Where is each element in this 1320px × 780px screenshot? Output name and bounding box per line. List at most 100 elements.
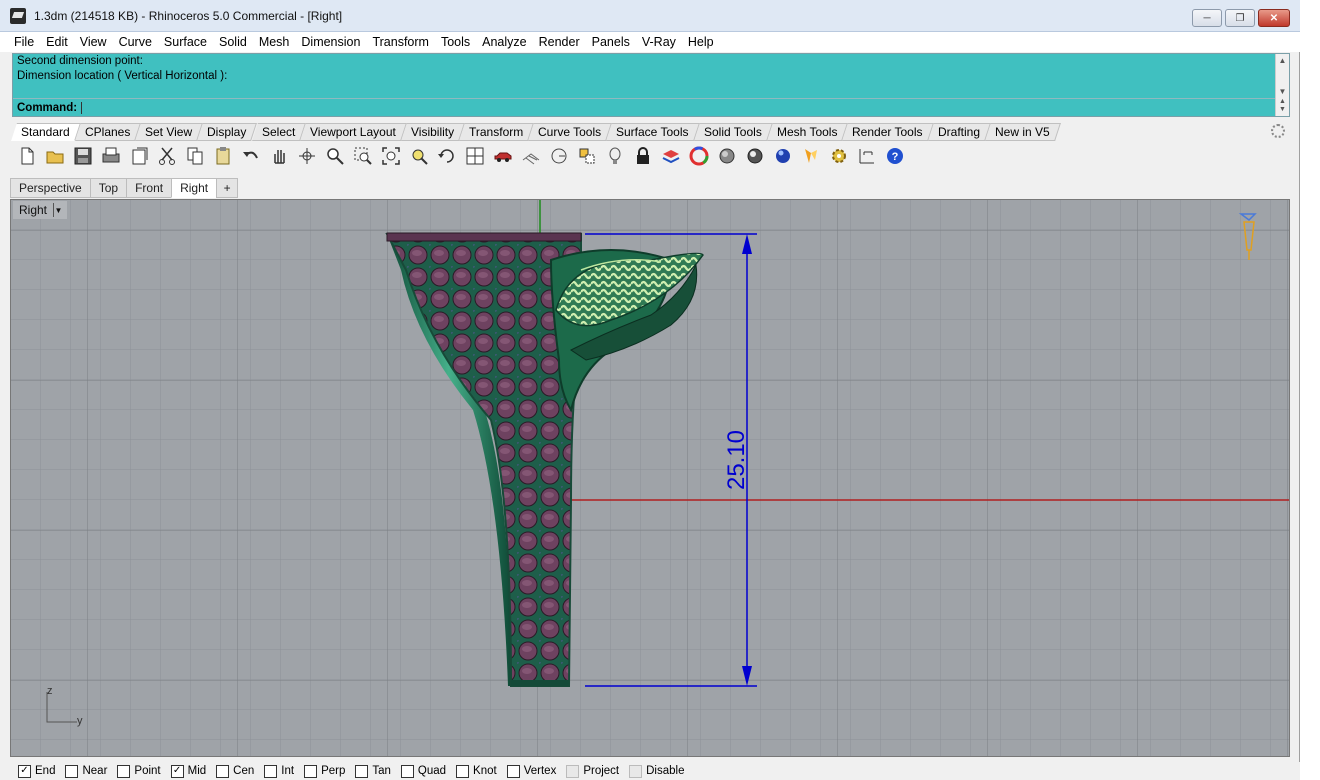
viewport-title[interactable]: Right ▼ bbox=[13, 201, 68, 219]
osnap-disable[interactable]: Disable bbox=[629, 764, 684, 778]
osnap-project[interactable]: Project bbox=[566, 764, 619, 778]
viewport-tab-perspective[interactable]: Perspective bbox=[10, 178, 90, 198]
tab-render-tools[interactable]: Render Tools bbox=[842, 123, 934, 141]
osnap-checkbox[interactable] bbox=[304, 764, 318, 778]
osnap-checkbox[interactable] bbox=[400, 764, 414, 778]
car-icon[interactable] bbox=[490, 144, 515, 169]
tab-transform[interactable]: Transform bbox=[458, 123, 535, 141]
osnap-checkbox[interactable]: ✓ bbox=[18, 764, 31, 778]
menu-solid[interactable]: Solid bbox=[213, 35, 253, 49]
help-icon[interactable]: ? bbox=[882, 144, 907, 169]
new-file-icon[interactable] bbox=[14, 144, 39, 169]
rotate-view-icon[interactable] bbox=[294, 144, 319, 169]
tab-set-view[interactable]: Set View bbox=[135, 123, 204, 141]
lock-icon[interactable] bbox=[630, 144, 655, 169]
osnap-tan[interactable]: Tan bbox=[355, 764, 391, 778]
minimize-button[interactable]: ─ bbox=[1192, 9, 1222, 27]
osnap-near[interactable]: Near bbox=[65, 764, 107, 778]
add-viewport-tab-button[interactable]: + bbox=[216, 178, 239, 198]
osnap-checkbox[interactable] bbox=[355, 764, 369, 778]
paste-icon[interactable] bbox=[210, 144, 235, 169]
tab-visibility[interactable]: Visibility bbox=[400, 123, 465, 141]
tab-select[interactable]: Select bbox=[251, 123, 306, 141]
menu-surface[interactable]: Surface bbox=[158, 35, 213, 49]
tab-solid-tools[interactable]: Solid Tools bbox=[693, 123, 773, 141]
osnap-checkbox[interactable] bbox=[456, 764, 470, 778]
options-gear-icon[interactable] bbox=[826, 144, 851, 169]
command-history-scrollbar[interactable]: ▲ ▼ bbox=[1275, 54, 1289, 98]
rendered-sphere-icon[interactable] bbox=[742, 144, 767, 169]
menu-file[interactable]: File bbox=[8, 35, 40, 49]
zoom-extents-icon[interactable] bbox=[378, 144, 403, 169]
menu-panels[interactable]: Panels bbox=[586, 35, 636, 49]
viewport-menu-dropdown-icon[interactable]: ▼ bbox=[53, 203, 63, 217]
light-icon[interactable] bbox=[602, 144, 627, 169]
shaded-sphere-icon[interactable] bbox=[714, 144, 739, 169]
command-spinner[interactable]: ▲ ▼ bbox=[1275, 98, 1289, 116]
toolbar-settings-icon[interactable] bbox=[1271, 124, 1285, 138]
cplane-icon[interactable] bbox=[546, 144, 571, 169]
cut-icon[interactable] bbox=[154, 144, 179, 169]
zoom-icon[interactable] bbox=[322, 144, 347, 169]
osnap-checkbox[interactable] bbox=[216, 764, 230, 778]
zoom-selected-icon[interactable] bbox=[406, 144, 431, 169]
tab-display[interactable]: Display bbox=[197, 123, 258, 141]
command-prompt[interactable]: Command: bbox=[13, 98, 1275, 116]
osnap-int[interactable]: Int bbox=[264, 764, 294, 778]
tab-new-in-v5[interactable]: New in V5 bbox=[984, 123, 1061, 141]
undo-icon[interactable] bbox=[238, 144, 263, 169]
tab-curve-tools[interactable]: Curve Tools bbox=[528, 123, 613, 141]
osnap-checkbox[interactable] bbox=[264, 764, 278, 778]
osnap-checkbox[interactable] bbox=[629, 764, 643, 778]
osnap-mid[interactable]: ✓ Mid bbox=[170, 764, 206, 778]
command-input[interactable] bbox=[81, 101, 83, 114]
osnap-quad[interactable]: Quad bbox=[400, 764, 446, 778]
menu-vray[interactable]: V-Ray bbox=[636, 35, 682, 49]
tab-standard[interactable]: Standard bbox=[11, 123, 81, 141]
tab-viewport-layout[interactable]: Viewport Layout bbox=[299, 123, 407, 141]
menu-analyze[interactable]: Analyze bbox=[476, 35, 532, 49]
viewport-canvas[interactable]: 25.10 z y bbox=[11, 200, 1290, 757]
osnap-end[interactable]: ✓ End bbox=[18, 764, 55, 778]
import-icon[interactable] bbox=[126, 144, 151, 169]
menu-dimension[interactable]: Dimension bbox=[295, 35, 366, 49]
rhino-app-icon[interactable] bbox=[10, 7, 26, 24]
menu-help[interactable]: Help bbox=[682, 35, 720, 49]
grid-options-icon[interactable] bbox=[518, 144, 543, 169]
viewport-tab-front[interactable]: Front bbox=[126, 178, 172, 198]
named-views-icon[interactable] bbox=[574, 144, 599, 169]
viewport-tab-top[interactable]: Top bbox=[89, 178, 127, 198]
pan-hand-icon[interactable] bbox=[266, 144, 291, 169]
menu-transform[interactable]: Transform bbox=[366, 35, 435, 49]
copy-icon[interactable] bbox=[182, 144, 207, 169]
render-sphere-blue-icon[interactable] bbox=[770, 144, 795, 169]
menu-view[interactable]: View bbox=[74, 35, 113, 49]
osnap-perp[interactable]: Perp bbox=[304, 764, 345, 778]
menu-render[interactable]: Render bbox=[533, 35, 586, 49]
viewport-tab-right[interactable]: Right bbox=[171, 178, 217, 198]
restore-button[interactable]: ❐ bbox=[1225, 9, 1255, 27]
osnap-checkbox[interactable] bbox=[65, 764, 79, 778]
tab-drafting[interactable]: Drafting bbox=[927, 123, 991, 141]
osnap-cen[interactable]: Cen bbox=[216, 764, 254, 778]
right-viewport[interactable]: 25.10 z y Right ▼ bbox=[10, 199, 1290, 757]
tab-cplanes[interactable]: CPlanes bbox=[74, 123, 141, 141]
layers-icon[interactable] bbox=[658, 144, 683, 169]
four-viewports-icon[interactable] bbox=[462, 144, 487, 169]
osnap-checkbox[interactable] bbox=[506, 764, 520, 778]
osnap-checkbox[interactable] bbox=[117, 764, 131, 778]
menu-mesh[interactable]: Mesh bbox=[253, 35, 296, 49]
color-wheel-icon[interactable] bbox=[686, 144, 711, 169]
osnap-vertex[interactable]: Vertex bbox=[506, 764, 556, 778]
save-icon[interactable] bbox=[70, 144, 95, 169]
zoom-window-icon[interactable] bbox=[350, 144, 375, 169]
print-icon[interactable] bbox=[98, 144, 123, 169]
undo-view-icon[interactable] bbox=[434, 144, 459, 169]
materials-icon[interactable] bbox=[798, 144, 823, 169]
osnap-knot[interactable]: Knot bbox=[456, 764, 497, 778]
menu-edit[interactable]: Edit bbox=[40, 35, 74, 49]
menu-tools[interactable]: Tools bbox=[435, 35, 476, 49]
osnap-checkbox[interactable] bbox=[566, 764, 580, 778]
dimension-icon[interactable] bbox=[854, 144, 879, 169]
tab-surface-tools[interactable]: Surface Tools bbox=[606, 123, 700, 141]
